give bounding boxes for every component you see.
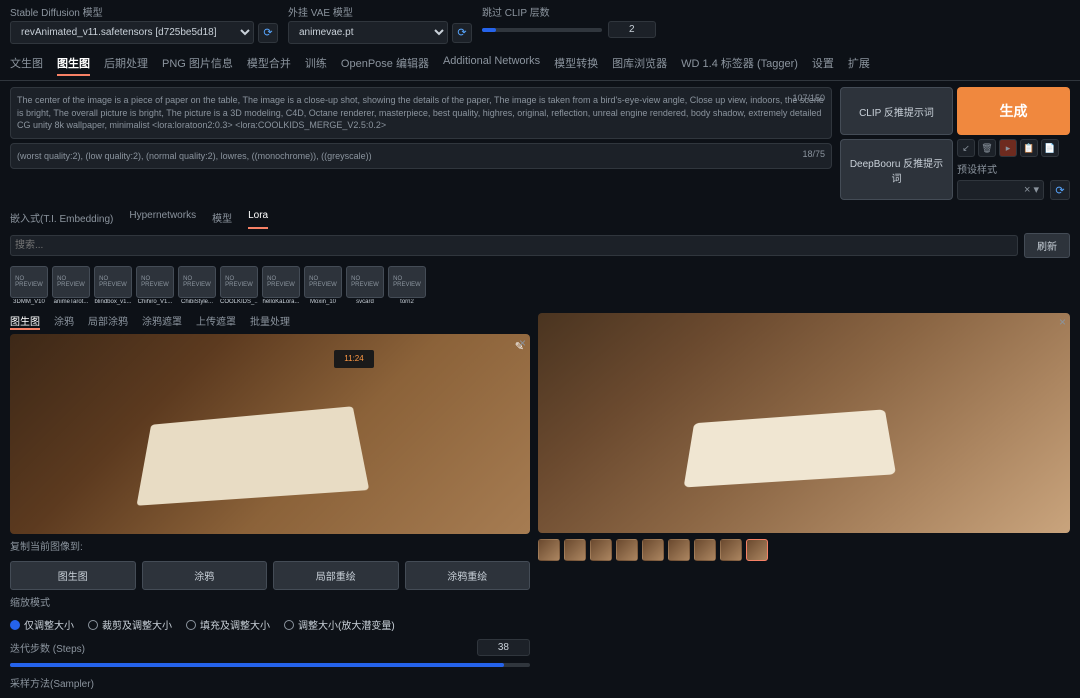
clip-interrogate-button[interactable]: CLIP 反推提示词 <box>840 87 953 135</box>
sd-model-select[interactable]: revAnimated_v11.safetensors [d725be5d18] <box>10 21 254 44</box>
lora-card-label: helloKaLora... <box>262 299 300 305</box>
lora-refresh-button[interactable]: 刷新 <box>1024 233 1070 258</box>
close-image-icon[interactable]: × <box>519 336 526 350</box>
close-output-icon[interactable]: × <box>1059 315 1066 329</box>
output-thumb-8[interactable] <box>746 539 768 561</box>
nav-tab-10[interactable]: WD 1.4 标签器 (Tagger) <box>681 52 798 76</box>
lora-card-6[interactable]: NOPREVIEW <box>262 266 300 298</box>
negative-prompt[interactable]: (worst quality:2), (low quality:2), (nor… <box>10 143 832 170</box>
sd-model-label: Stable Diffusion 模型 <box>10 4 278 19</box>
deepbooru-button[interactable]: DeepBooru 反推提示词 <box>840 139 953 200</box>
lora-card-label: COOLKIDS_... <box>220 299 258 305</box>
nav-tab-7[interactable]: Additional Networks <box>443 52 540 76</box>
output-thumb-5[interactable] <box>668 539 690 561</box>
trash-icon[interactable]: 🗑 <box>978 139 996 157</box>
neg-prompt-counter: 18/75 <box>802 148 825 161</box>
img-tab-1[interactable]: 涂鸦 <box>54 313 74 330</box>
save-style-icon[interactable]: 📋 <box>1020 139 1038 157</box>
sub-tab-3[interactable]: Lora <box>248 206 268 229</box>
output-image[interactable]: × <box>538 313 1070 533</box>
lora-card-label: animeTarot... <box>52 299 90 305</box>
nav-tab-3[interactable]: PNG 图片信息 <box>162 52 233 76</box>
nav-tab-9[interactable]: 图库浏览器 <box>612 52 667 76</box>
lora-card-4[interactable]: NOPREVIEW <box>178 266 216 298</box>
nav-tab-0[interactable]: 文生图 <box>10 52 43 76</box>
copy-to-button-1[interactable]: 涂鸦 <box>142 561 268 590</box>
vae-select[interactable]: animevae.pt <box>288 21 448 44</box>
resize-radio-2[interactable]: 填充及调整大小 <box>186 617 270 632</box>
warn-icon[interactable]: ▸ <box>999 139 1017 157</box>
lora-card-label: blindbox_v1... <box>94 299 132 305</box>
lora-card-0[interactable]: NOPREVIEW <box>10 266 48 298</box>
lora-search-input[interactable] <box>10 235 1018 256</box>
lora-card-2[interactable]: NOPREVIEW <box>94 266 132 298</box>
clip-skip-label: 跳过 CLIP 层数 <box>482 4 656 19</box>
sd-refresh-icon[interactable]: ⟳ <box>258 23 278 43</box>
output-thumb-1[interactable] <box>564 539 586 561</box>
style-select[interactable]: × ▾ <box>957 180 1044 200</box>
steps-value[interactable]: 38 <box>477 639 530 656</box>
lora-card-7[interactable]: NOPREVIEW <box>304 266 342 298</box>
nav-tab-2[interactable]: 后期处理 <box>104 52 148 76</box>
copy-to-button-2[interactable]: 局部重绘 <box>273 561 399 590</box>
vae-refresh-icon[interactable]: ⟳ <box>452 23 472 43</box>
resize-radio-1[interactable]: 裁剪及调整大小 <box>88 617 172 632</box>
output-thumb-3[interactable] <box>616 539 638 561</box>
sampler-label: 采样方法(Sampler) <box>10 671 530 694</box>
prompt-text: The center of the image is a piece of pa… <box>17 95 824 130</box>
output-thumb-6[interactable] <box>694 539 716 561</box>
copy-to-label: 复制当前图像到: <box>10 534 530 557</box>
nav-tab-11[interactable]: 设置 <box>812 52 834 76</box>
lora-card-1[interactable]: NOPREVIEW <box>52 266 90 298</box>
nav-tab-6[interactable]: OpenPose 编辑器 <box>341 52 429 76</box>
nav-tab-4[interactable]: 模型合并 <box>247 52 291 76</box>
sub-tab-0[interactable]: 嵌入式(T.I. Embedding) <box>10 206 113 229</box>
lora-card-label: torn2 <box>388 299 426 305</box>
resize-mode-label: 缩放模式 <box>10 590 530 613</box>
lora-card-label: svcard <box>346 299 384 305</box>
steps-slider[interactable] <box>10 663 530 667</box>
img-tab-4[interactable]: 上传遮罩 <box>196 313 236 330</box>
img-tab-0[interactable]: 图生图 <box>10 313 40 330</box>
output-thumb-2[interactable] <box>590 539 612 561</box>
positive-prompt[interactable]: The center of the image is a piece of pa… <box>10 87 832 139</box>
neg-prompt-text: (worst quality:2), (low quality:2), (nor… <box>17 151 372 161</box>
arrow-icon[interactable]: ↙ <box>957 139 975 157</box>
copy-to-button-0[interactable]: 图生图 <box>10 561 136 590</box>
apply-style-icon[interactable]: 📄 <box>1041 139 1059 157</box>
clip-skip-value[interactable]: 2 <box>608 21 656 38</box>
resize-radio-0[interactable]: 仅调整大小 <box>10 617 74 632</box>
nav-tab-5[interactable]: 训练 <box>305 52 327 76</box>
prompt-counter: 107/150 <box>792 92 825 105</box>
sub-tab-2[interactable]: 模型 <box>212 206 232 229</box>
style-label: 预设样式 <box>957 161 1070 176</box>
img-tab-3[interactable]: 涂鸦遮罩 <box>142 313 182 330</box>
input-image-preview[interactable]: 11:24 ✎ × <box>10 334 530 534</box>
clock-display: 11:24 <box>334 350 374 368</box>
lora-card-5[interactable]: NOPREVIEW <box>220 266 258 298</box>
lora-card-label: 3DMM_V10 <box>10 299 48 305</box>
output-thumb-4[interactable] <box>642 539 664 561</box>
steps-label: 迭代步数 (Steps) <box>10 636 85 659</box>
copy-to-button-3[interactable]: 涂鸦重绘 <box>405 561 531 590</box>
lora-card-3[interactable]: NOPREVIEW <box>136 266 174 298</box>
lora-card-9[interactable]: NOPREVIEW <box>388 266 426 298</box>
nav-tab-1[interactable]: 图生图 <box>57 52 90 76</box>
img-tab-2[interactable]: 局部涂鸦 <box>88 313 128 330</box>
lora-card-label: ChibiStyle... <box>178 299 216 305</box>
sub-tab-1[interactable]: Hypernetworks <box>129 206 196 229</box>
lora-card-8[interactable]: NOPREVIEW <box>346 266 384 298</box>
nav-tab-12[interactable]: 扩展 <box>848 52 870 76</box>
generate-button[interactable]: 生成 <box>957 87 1070 135</box>
clip-skip-slider[interactable] <box>482 28 602 32</box>
output-thumb-7[interactable] <box>720 539 742 561</box>
style-refresh-icon[interactable]: ⟳ <box>1050 180 1070 200</box>
resize-radio-3[interactable]: 调整大小(放大潜变量) <box>284 617 395 632</box>
output-thumb-0[interactable] <box>538 539 560 561</box>
nav-tab-8[interactable]: 模型转换 <box>554 52 598 76</box>
vae-label: 外挂 VAE 模型 <box>288 4 472 19</box>
lora-card-label: Moxin_10 <box>304 299 342 305</box>
lora-card-label: Chihiro_V1... <box>136 299 174 305</box>
img-tab-5[interactable]: 批量处理 <box>250 313 290 330</box>
